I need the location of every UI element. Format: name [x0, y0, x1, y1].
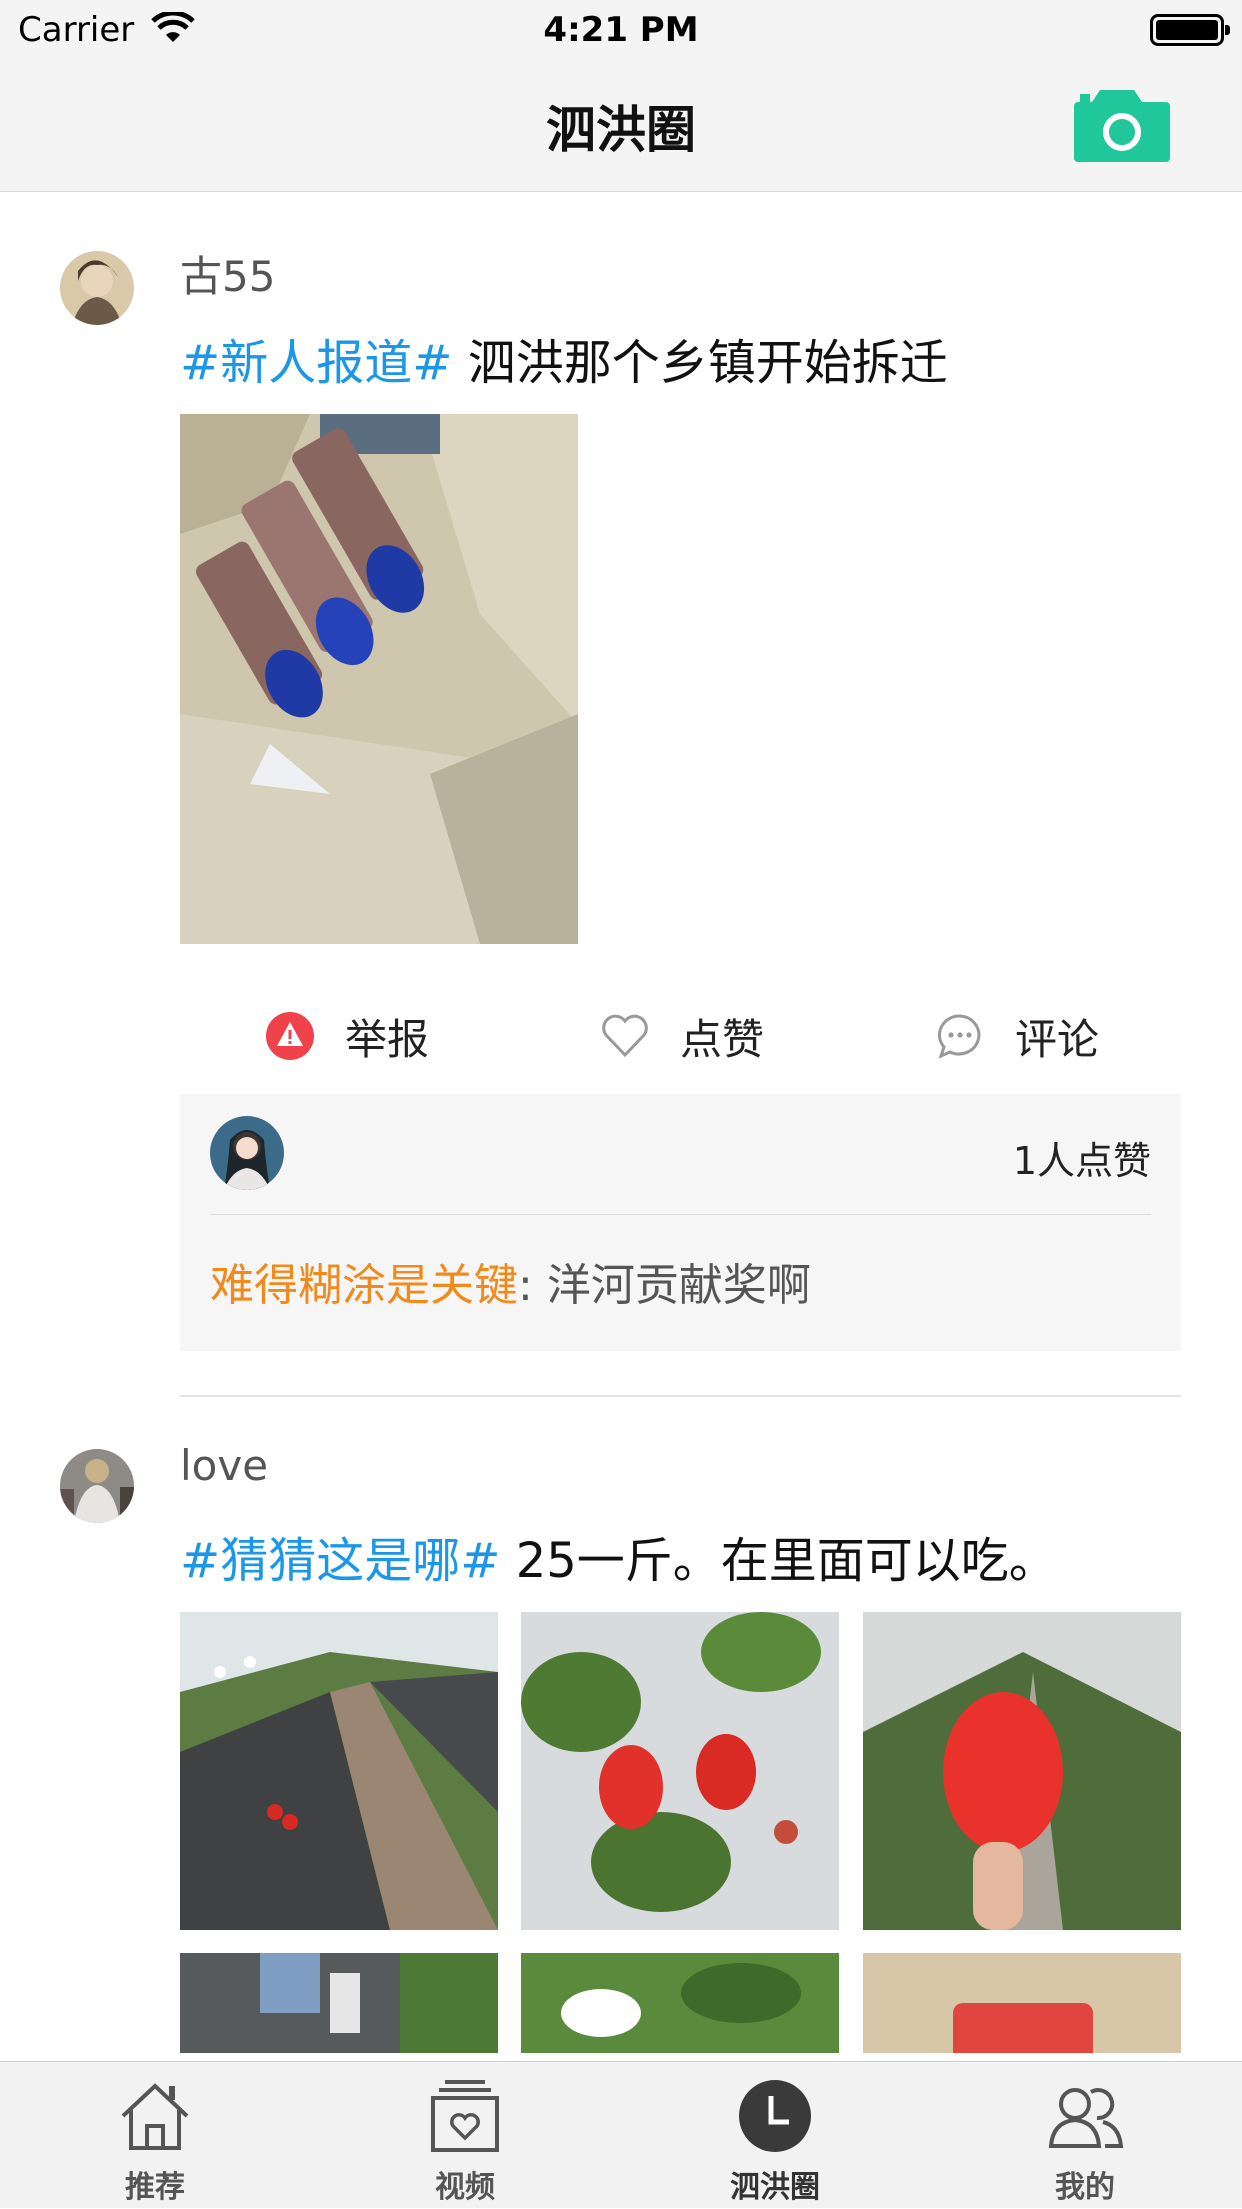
avatar[interactable] [60, 251, 134, 325]
avatar[interactable] [60, 1449, 134, 1523]
tab-sihong-circle[interactable]: 泗洪圈 [620, 2062, 930, 2209]
post-text: #新人报道# 泗洪那个乡镇开始拆迁 [180, 323, 948, 393]
post-body: 泗洪那个乡镇开始拆迁 [452, 335, 948, 391]
tab-label: 泗洪圈 [730, 2170, 820, 2205]
nav-bar: 泗洪圈 [0, 60, 1242, 192]
tab-label: 推荐 [125, 2170, 185, 2205]
comment-item: 难得糊涂是关键: 洋河贡献奖啊 [210, 1249, 811, 1313]
comment-text: 洋河贡献奖啊 [532, 1260, 811, 1311]
comment-icon [938, 1014, 981, 1059]
comment-separator: : [518, 1260, 533, 1311]
clock-time: 4:21 PM [543, 10, 699, 50]
divider [210, 1214, 1151, 1215]
action-row: 举报 点赞 评论 [180, 996, 1180, 1076]
likes-comments-box: 1人点赞 难得糊涂是关键: 洋河贡献奖啊 [180, 1094, 1181, 1351]
like-label: 点赞 [680, 1014, 765, 1064]
post-photo[interactable] [180, 414, 578, 944]
post-photo[interactable] [180, 1953, 498, 2053]
post-photo[interactable] [180, 1612, 498, 1930]
like-button[interactable]: 点赞 [600, 996, 764, 1076]
status-bar: Carrier 4:21 PM [0, 0, 1242, 60]
camera-icon[interactable] [1074, 90, 1170, 162]
post-username[interactable]: love [180, 1441, 268, 1490]
topic-tag[interactable]: #新人报道# [180, 335, 452, 391]
tab-video[interactable]: 视频 [310, 2062, 620, 2209]
video-icon [431, 2080, 499, 2152]
heart-icon [602, 1014, 648, 1058]
comment-button[interactable]: 评论 [935, 996, 1099, 1076]
comment-label: 评论 [1015, 1014, 1100, 1064]
page-title: 泗洪圈 [546, 101, 696, 159]
like-count: 1人点赞 [1012, 1139, 1151, 1183]
post-photo[interactable] [521, 1953, 839, 2053]
battery-icon [1150, 14, 1230, 46]
post-separator [180, 1395, 1181, 1397]
report-button[interactable]: 举报 [265, 996, 429, 1076]
tab-bar: 推荐 视频 泗洪圈 我的 [0, 2061, 1242, 2208]
liker-avatar[interactable] [210, 1116, 284, 1190]
post-photo[interactable] [863, 1612, 1181, 1930]
clock-icon [739, 2080, 811, 2152]
warning-icon [266, 1012, 314, 1060]
user-icon [1048, 2088, 1124, 2148]
commenter-name[interactable]: 难得糊涂是关键 [210, 1260, 518, 1311]
tab-label: 视频 [435, 2170, 495, 2205]
home-icon [121, 2083, 189, 2150]
post-photo[interactable] [521, 1612, 839, 1930]
post-username[interactable]: 古55 [180, 243, 275, 304]
tab-mine[interactable]: 我的 [930, 2062, 1240, 2209]
post-photo[interactable] [863, 1953, 1181, 2053]
feed[interactable]: 古55 #新人报道# 泗洪那个乡镇开始拆迁 举报 点赞 评论 1人点赞 难得糊涂… [0, 193, 1242, 2061]
report-label: 举报 [345, 1014, 430, 1064]
post-body: 25一斤。在里面可以吃。 [500, 1533, 1057, 1589]
tab-recommend[interactable]: 推荐 [0, 2062, 310, 2209]
post-text: #猜猜这是哪# 25一斤。在里面可以吃。 [180, 1521, 1057, 1591]
tab-label: 我的 [1055, 2170, 1115, 2205]
topic-tag[interactable]: #猜猜这是哪# [180, 1533, 500, 1589]
